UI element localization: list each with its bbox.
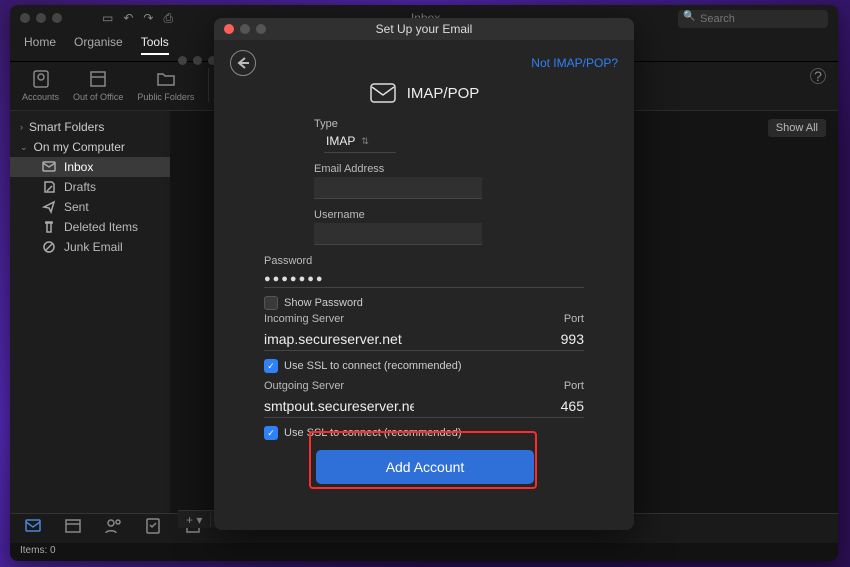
- ribbon-label: Out of Office: [73, 92, 123, 102]
- label: Sent: [64, 200, 89, 214]
- checkbox-on-icon[interactable]: ✓: [264, 426, 278, 440]
- ribbon-label: Accounts: [22, 92, 59, 102]
- ribbon-label: Public Folders: [137, 92, 194, 102]
- modal-titlebar: Set Up your Email: [214, 18, 634, 40]
- label: Junk Email: [64, 240, 123, 254]
- dot-icon: [178, 56, 187, 65]
- ssl-out-label: Use SSL to connect (recommended): [284, 427, 462, 439]
- incoming-port-input[interactable]: [544, 331, 584, 347]
- modal-top: Not IMAP/POP?: [214, 40, 634, 86]
- plus-button[interactable]: + ▾: [178, 513, 211, 527]
- status-bar: Items: 0: [10, 543, 838, 561]
- zoom-dot[interactable]: [52, 13, 62, 23]
- folder-icon: [155, 68, 177, 90]
- calendar-view-icon[interactable]: [64, 517, 82, 540]
- username-label: Username: [314, 209, 534, 221]
- add-account-button[interactable]: Add Account: [316, 450, 534, 484]
- tasks-view-icon[interactable]: [144, 517, 162, 540]
- port-label-2: Port: [564, 380, 584, 392]
- heading-text: IMAP/POP: [407, 85, 480, 102]
- label: Drafts: [64, 180, 96, 194]
- modal-title: Set Up your Email: [214, 22, 634, 36]
- email-label: Email Address: [314, 163, 534, 175]
- ribbon-accounts[interactable]: Accounts: [22, 68, 59, 102]
- menu-home[interactable]: Home: [24, 35, 56, 55]
- people-view-icon[interactable]: [104, 517, 122, 540]
- menu-tools[interactable]: Tools: [141, 35, 169, 55]
- search-field[interactable]: [678, 9, 828, 28]
- type-select[interactable]: IMAP ⇅: [324, 130, 396, 153]
- mail-icon: [42, 160, 56, 174]
- incoming-label: Incoming Server: [264, 313, 344, 325]
- label: Inbox: [64, 160, 93, 174]
- port-label: Port: [564, 313, 584, 325]
- ssl-in-label: Use SSL to connect (recommended): [284, 360, 462, 372]
- checkbox-on-icon[interactable]: ✓: [264, 359, 278, 373]
- window-controls[interactable]: [20, 13, 62, 23]
- label: Deleted Items: [64, 220, 138, 234]
- dot-icon: [193, 56, 202, 65]
- sidebar-drafts[interactable]: Drafts: [10, 177, 170, 197]
- redo-icon[interactable]: ↷: [143, 11, 153, 26]
- ribbon-outofoffice[interactable]: Out of Office: [73, 68, 123, 102]
- checkbox-off-icon[interactable]: [264, 296, 278, 310]
- show-password-label: Show Password: [284, 297, 363, 309]
- password-label: Password: [264, 255, 584, 267]
- incoming-server-input[interactable]: [264, 331, 414, 347]
- send-icon: [42, 200, 56, 214]
- smart-folders-header[interactable]: ›Smart Folders: [10, 117, 170, 137]
- close-dot[interactable]: [20, 13, 30, 23]
- setup-email-modal: Set Up your Email Not IMAP/POP? IMAP/POP…: [214, 18, 634, 530]
- help-icon[interactable]: ?: [810, 68, 826, 84]
- outgoing-port-input[interactable]: [544, 398, 584, 414]
- show-password-row[interactable]: Show Password: [264, 296, 584, 310]
- min-dot[interactable]: [36, 13, 46, 23]
- sidebar-sent[interactable]: Sent: [10, 197, 170, 217]
- undo-icon[interactable]: ↶: [123, 11, 133, 26]
- show-all-button[interactable]: Show All: [768, 119, 826, 137]
- print-icon[interactable]: ⎙: [163, 11, 173, 26]
- sidebar-deleted[interactable]: Deleted Items: [10, 217, 170, 237]
- chevron-updown-icon: ⇅: [361, 136, 369, 147]
- ssl-incoming-row[interactable]: ✓ Use SSL to connect (recommended): [264, 359, 584, 373]
- ribbon-publicfolders[interactable]: Public Folders: [137, 68, 194, 102]
- not-imap-link[interactable]: Not IMAP/POP?: [531, 56, 618, 70]
- sidebar-junk[interactable]: Junk Email: [10, 237, 170, 257]
- type-value: IMAP: [326, 134, 355, 148]
- label: Smart Folders: [29, 120, 104, 134]
- on-my-computer-header[interactable]: ⌄On my Computer: [10, 137, 170, 157]
- draft-icon: [42, 180, 56, 194]
- back-button[interactable]: [230, 50, 256, 76]
- modal-heading: IMAP/POP: [214, 82, 634, 104]
- search-input[interactable]: [678, 10, 828, 28]
- email-input[interactable]: [314, 177, 482, 199]
- outgoing-label: Outgoing Server: [264, 380, 344, 392]
- ssl-outgoing-row[interactable]: ✓ Use SSL to connect (recommended): [264, 426, 584, 440]
- office-icon: [87, 68, 109, 90]
- mail-icon: [369, 82, 397, 104]
- junk-icon: [42, 240, 56, 254]
- person-icon: [30, 68, 52, 90]
- sidebar: ›Smart Folders ⌄On my Computer Inbox Dra…: [10, 111, 170, 513]
- inner-window-controls: [178, 56, 217, 65]
- type-label: Type: [314, 118, 534, 130]
- outgoing-server-input[interactable]: [264, 398, 414, 414]
- save-icon[interactable]: ▭: [102, 11, 113, 26]
- password-mask[interactable]: ●●●●●●●: [264, 273, 584, 285]
- label: On my Computer: [34, 140, 125, 154]
- username-input[interactable]: [314, 223, 482, 245]
- trash-icon: [42, 220, 56, 234]
- quick-access-icons: ▭ ↶ ↷ ⎙: [102, 11, 173, 26]
- arrow-left-icon: [236, 56, 250, 70]
- mail-view-icon[interactable]: [24, 517, 42, 540]
- menu-organise[interactable]: Organise: [74, 35, 123, 55]
- sidebar-inbox[interactable]: Inbox: [10, 157, 170, 177]
